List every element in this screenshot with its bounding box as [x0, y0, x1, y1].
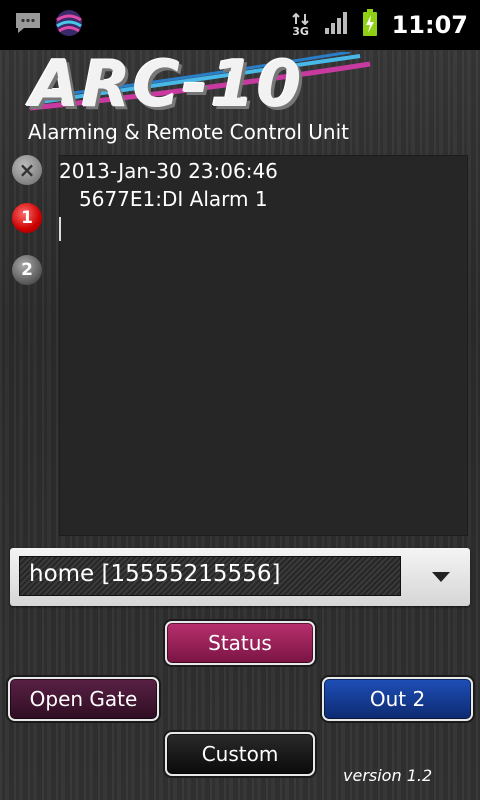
clock: 11:07: [391, 11, 468, 39]
open-gate-button[interactable]: Open Gate: [8, 677, 159, 721]
text-cursor: [59, 217, 61, 241]
clear-log-button[interactable]: ×: [12, 155, 42, 185]
message-log[interactable]: 2013-Jan-30 23:06:46 5677E1:DI Alarm 1: [59, 155, 468, 536]
close-icon: ×: [18, 158, 36, 182]
app-logo: ARC-10 Alarming & Remote Control Unit: [20, 48, 380, 152]
logo-title: ARC-10: [30, 48, 304, 122]
spinner-selected-value: home [15555215556]: [29, 561, 281, 587]
alarm-badge-2[interactable]: 2: [12, 255, 42, 285]
log-message: 5677E1:DI Alarm 1: [79, 187, 268, 211]
status-button[interactable]: Status: [165, 621, 315, 665]
alarm-badge-1[interactable]: 1: [12, 203, 42, 233]
contact-spinner[interactable]: home [15555215556]: [10, 548, 470, 606]
app-sphere-icon[interactable]: [54, 8, 84, 42]
status-bar: 3G 11:07: [0, 0, 480, 50]
logo-subtitle: Alarming & Remote Control Unit: [28, 120, 349, 144]
signal-icon: [324, 11, 348, 39]
custom-button[interactable]: Custom: [165, 732, 315, 776]
badge-number-2: 2: [21, 260, 33, 280]
version-label: version 1.2: [343, 766, 433, 785]
dropdown-arrow-icon[interactable]: [432, 572, 450, 582]
data-transfer-icon: 3G: [291, 12, 310, 38]
badge-number-1: 1: [21, 208, 33, 228]
out2-button[interactable]: Out 2: [322, 677, 473, 721]
chat-notification-icon[interactable]: [14, 11, 42, 39]
network-type-label: 3G: [292, 25, 309, 38]
spinner-field: home [15555215556]: [19, 556, 401, 596]
log-timestamp: 2013-Jan-30 23:06:46: [59, 159, 278, 183]
battery-charging-icon: [362, 9, 378, 41]
